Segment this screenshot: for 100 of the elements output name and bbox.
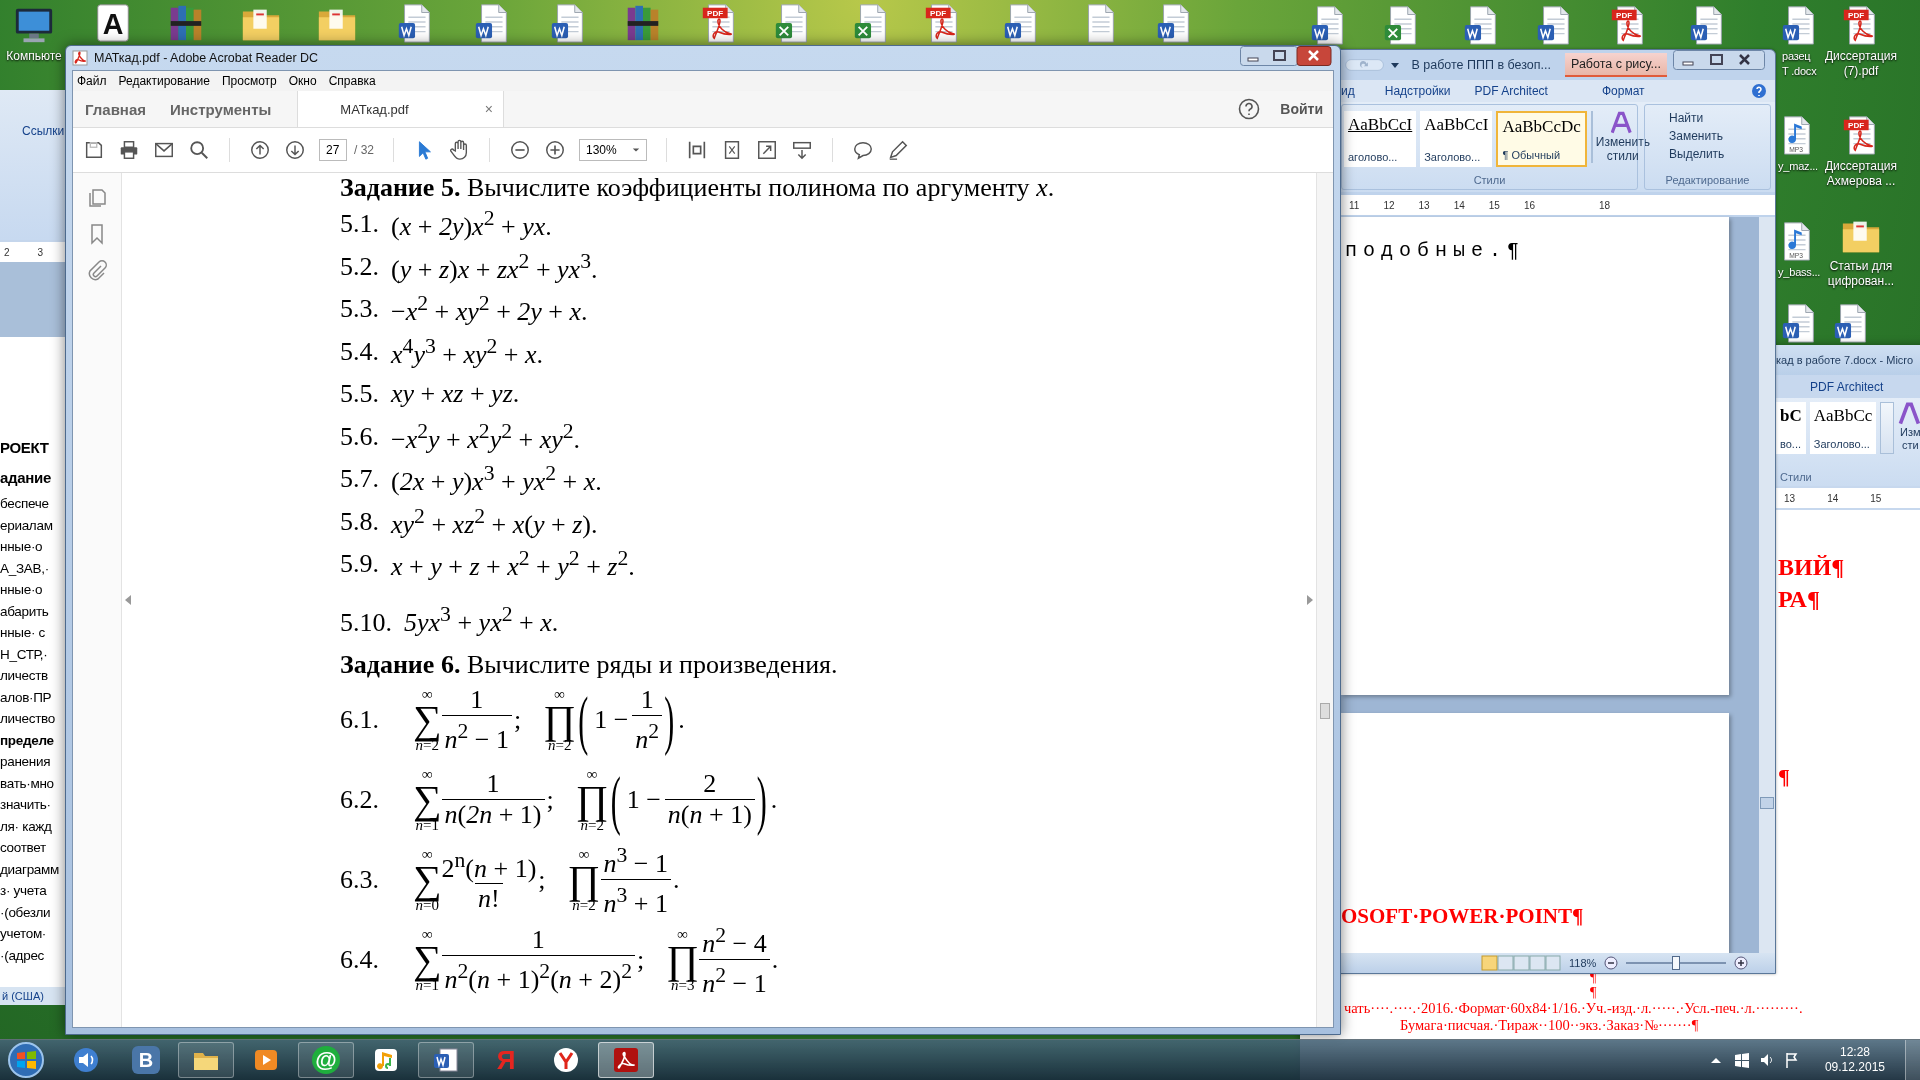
menu-item[interactable]: Просмотр bbox=[221, 74, 277, 88]
scrollbar-thumb[interactable] bbox=[1320, 703, 1330, 719]
document-tab[interactable]: МАТкад.pdf × bbox=[297, 91, 504, 127]
collapse-right-icon[interactable] bbox=[1306, 594, 1314, 606]
full-screen-icon[interactable] bbox=[756, 139, 778, 161]
change-styles-button[interactable]: Изм сти bbox=[1898, 402, 1920, 452]
document-text: подобные.¶ bbox=[1345, 239, 1526, 262]
caret-icon[interactable] bbox=[632, 147, 640, 153]
item-number: 5.3. bbox=[340, 294, 379, 325]
ribbon-tab[interactable]: ид bbox=[1341, 84, 1355, 98]
pen-icon[interactable] bbox=[887, 139, 909, 161]
icon-label: y_maz... bbox=[1778, 159, 1818, 174]
help-icon[interactable] bbox=[1751, 83, 1767, 99]
styles-icon[interactable] bbox=[1898, 402, 1920, 426]
context-tab[interactable]: Работа с рису... bbox=[1564, 53, 1667, 77]
item-number: 5.4. bbox=[340, 336, 379, 367]
clock-date[interactable]: 09.12.2015 bbox=[1824, 1060, 1885, 1075]
folder-icon[interactable] bbox=[178, 1042, 234, 1078]
document-text: ля· кажд bbox=[0, 817, 53, 836]
icon-label: Статьи для цифрован... bbox=[1827, 259, 1895, 289]
next-page-icon[interactable] bbox=[284, 139, 306, 161]
task-heading: Задание 5. Вычислите коэффициенты полинома по аргументу x. bbox=[340, 173, 1056, 203]
item-number: 5.9. bbox=[340, 549, 379, 580]
formula: −x$^{2}$y + x$^{2}$y$^{2}$ + xy$^{2}$. bbox=[391, 418, 581, 455]
sign-in-link[interactable]: Войти bbox=[1280, 101, 1323, 117]
item-number: 5.2. bbox=[340, 251, 379, 282]
ribbon-tab[interactable]: PDF Architect bbox=[1474, 84, 1548, 98]
scroll-mode-icon[interactable] bbox=[791, 139, 813, 161]
group-label: Редактирование bbox=[1664, 174, 1751, 188]
comment-icon[interactable] bbox=[852, 139, 874, 161]
acrobat-icon[interactable] bbox=[598, 1042, 654, 1078]
document-text: личеств bbox=[0, 667, 49, 685]
zoom-out-icon[interactable] bbox=[509, 139, 531, 161]
ruler: 11 12 13 14 15 16 18 bbox=[1341, 195, 1775, 215]
hand-icon[interactable] bbox=[448, 139, 470, 161]
zoom-out-icon[interactable] bbox=[1604, 956, 1619, 970]
ribbon-button[interactable]: Заменить bbox=[1669, 129, 1764, 143]
show-desktop-button[interactable] bbox=[1905, 1040, 1920, 1080]
nav-tab[interactable]: Инструменты bbox=[158, 91, 284, 127]
style-preset[interactable]: AaBbCcDc ¶ Обычный bbox=[1496, 111, 1587, 167]
item-number: 6.3. bbox=[340, 864, 379, 895]
paperclip-icon[interactable] bbox=[86, 259, 108, 281]
document-text: ·(обезли bbox=[0, 903, 52, 922]
zoom-in-icon[interactable] bbox=[1734, 956, 1749, 970]
ribbon-tab[interactable]: Формат bbox=[1601, 84, 1645, 98]
document-text: учетом· bbox=[0, 925, 48, 943]
menu-item[interactable]: Окно bbox=[288, 74, 317, 88]
document-text: абарить bbox=[0, 602, 50, 621]
customize-icon[interactable] bbox=[1391, 62, 1400, 68]
close-tab-button[interactable]: × bbox=[484, 101, 493, 117]
scrollbar[interactable] bbox=[1316, 173, 1333, 1027]
scrollbar-thumb[interactable] bbox=[1760, 797, 1774, 809]
search-icon[interactable] bbox=[188, 139, 210, 161]
previous-page-icon[interactable] bbox=[249, 139, 271, 161]
word-app-icon[interactable] bbox=[418, 1042, 474, 1078]
slider-thumb[interactable] bbox=[1672, 956, 1681, 970]
formula: xy + xz + yz. bbox=[391, 379, 520, 410]
nav-tab[interactable]: Главная bbox=[73, 91, 158, 127]
icon-label: y_bass... bbox=[1778, 265, 1821, 280]
document-text: Бумага·писчая.·Тираж··100··экз.·Заказ·№·······¶ bbox=[1400, 1017, 1699, 1034]
style-preset[interactable]: bC во... bbox=[1776, 402, 1806, 454]
clock-time[interactable]: 12:28 bbox=[1839, 1045, 1870, 1060]
style-preset[interactable]: AaBbCcI Заголово... bbox=[1420, 111, 1493, 167]
change-styles-button[interactable]: Изменить стили bbox=[1596, 111, 1649, 163]
document-text: значить· bbox=[0, 796, 52, 814]
page-number-field[interactable]: 27 bbox=[319, 139, 347, 161]
print-icon[interactable] bbox=[118, 139, 140, 161]
window-controls[interactable] bbox=[1240, 46, 1332, 66]
menu-item[interactable]: Редактирование bbox=[118, 74, 210, 88]
icon-label: разец T .docx bbox=[1782, 49, 1817, 79]
ribbon-tab[interactable]: Надстройки bbox=[1384, 84, 1451, 98]
icon-label: Диссертация Ахмерова ... bbox=[1825, 159, 1897, 189]
document-text: личество bbox=[0, 710, 57, 728]
menu-item[interactable]: Файл bbox=[77, 74, 107, 88]
document-text: соответ bbox=[0, 839, 47, 857]
zoom-level: 118% bbox=[1569, 957, 1597, 969]
style-preset[interactable]: AaBbCc Заголово... bbox=[1809, 402, 1877, 454]
menu-item[interactable]: Справка bbox=[328, 74, 376, 88]
ribbon-button[interactable]: Найти bbox=[1669, 111, 1764, 125]
collapse-left-icon[interactable] bbox=[124, 594, 132, 606]
zoom-in-icon[interactable] bbox=[544, 139, 566, 161]
scrollbar[interactable] bbox=[1759, 217, 1775, 953]
document-text: ериалам bbox=[0, 516, 54, 535]
document-text: чать····.····.·2016.·Формат·60x84·1/16.·Уч.-изд.·л.·····.·Усл.-печ.·л.·········. bbox=[1344, 1000, 1803, 1017]
icon-label: Компьюте bbox=[6, 49, 62, 64]
style-preset[interactable]: AaBbCcI аголово... bbox=[1344, 111, 1417, 167]
help-icon[interactable] bbox=[1238, 98, 1261, 120]
formula: −x$^{2}$ + xy$^{2}$ + 2y + x. bbox=[391, 291, 588, 328]
window-controls[interactable] bbox=[1673, 50, 1765, 70]
ribbon-button[interactable]: Выделить bbox=[1669, 147, 1764, 161]
ribbon-tab[interactable]: Ссылки bbox=[22, 124, 65, 138]
window-title: В работе ППП в безоп... bbox=[1411, 58, 1551, 72]
start-button[interactable] bbox=[6, 1040, 46, 1080]
document-text: беспече bbox=[0, 495, 50, 513]
ribbon-tab[interactable]: PDF Architect bbox=[1810, 379, 1884, 394]
formula: 5yx$^{3}$ + yx$^{2}$ + x. bbox=[404, 601, 559, 638]
fit-width-icon[interactable] bbox=[686, 139, 708, 161]
zoom-dropdown[interactable]: 130% bbox=[579, 139, 647, 161]
document-text: Н_СТР,· bbox=[0, 645, 49, 664]
save-icon[interactable] bbox=[83, 139, 105, 161]
